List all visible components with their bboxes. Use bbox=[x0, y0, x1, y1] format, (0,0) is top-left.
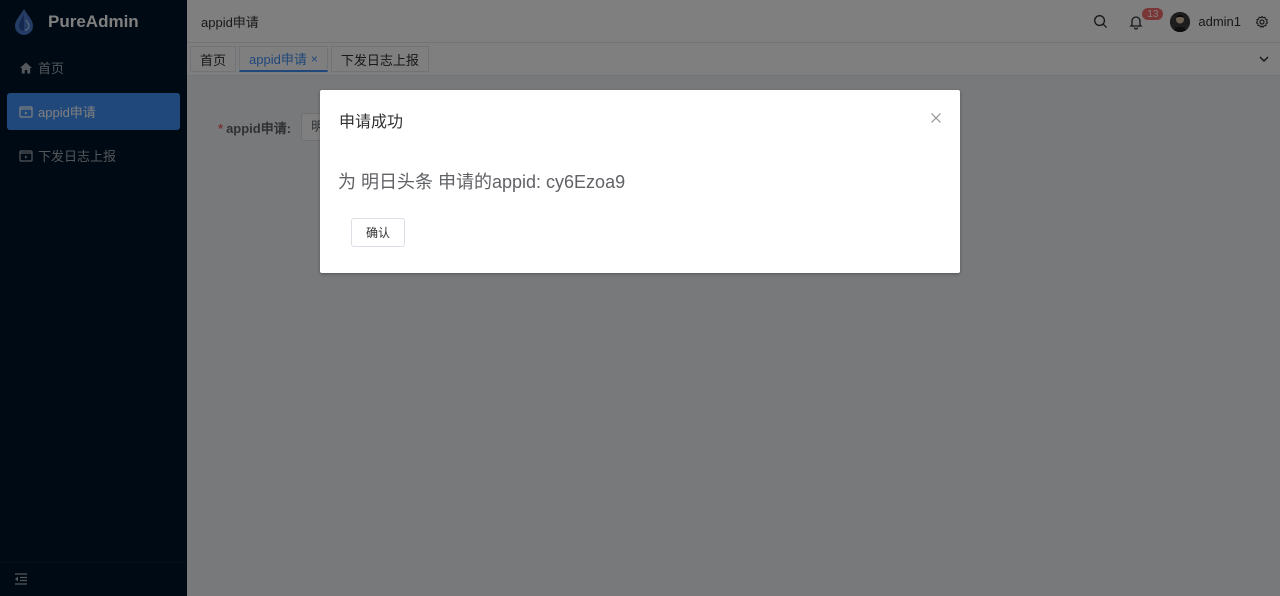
confirm-button[interactable]: 确认 bbox=[351, 218, 405, 247]
close-icon[interactable] bbox=[930, 111, 942, 123]
modal-overlay[interactable]: 申请成功 为 明日头条 申请的appid: cy6Ezoa9 确认 bbox=[0, 0, 1280, 596]
success-dialog: 申请成功 为 明日头条 申请的appid: cy6Ezoa9 确认 bbox=[320, 90, 960, 273]
dialog-message: 为 明日头条 申请的appid: cy6Ezoa9 bbox=[338, 172, 626, 192]
dialog-title: 申请成功 bbox=[339, 114, 404, 131]
